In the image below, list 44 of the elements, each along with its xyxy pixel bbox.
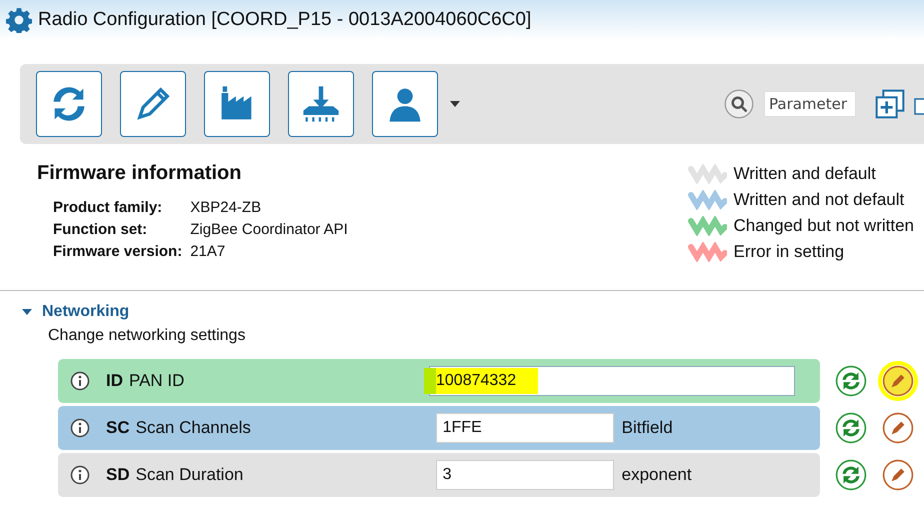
write-icon[interactable]: [882, 459, 914, 491]
legend-label: Error in setting: [733, 242, 844, 262]
info-icon[interactable]: [70, 371, 90, 391]
setting-name: PAN ID: [129, 371, 186, 391]
field-label: Firmware version:: [53, 243, 182, 260]
write-button[interactable]: [120, 71, 186, 137]
unit-label: Bitfield: [622, 418, 673, 438]
section-title: Firmware information: [37, 162, 242, 185]
default-button[interactable]: [204, 71, 270, 137]
legend-label: Changed but not written: [733, 216, 914, 236]
value-field[interactable]: 1FFE: [436, 413, 614, 443]
legend-label: Written and default: [733, 164, 876, 184]
section-description: Change networking settings: [48, 327, 246, 345]
unit-label: exponent: [622, 465, 692, 485]
expand-all-icon[interactable]: [874, 88, 906, 120]
value-field[interactable]: 100874332: [429, 366, 795, 396]
window-title: Radio Configuration [COORD_P15 - 0013A2004060C6C0]: [38, 9, 532, 31]
read-button[interactable]: [36, 71, 102, 137]
search-icon: [724, 89, 754, 119]
info-icon[interactable]: [70, 465, 90, 485]
expand-arrow-icon[interactable]: [22, 307, 32, 317]
refresh-icon[interactable]: [835, 365, 867, 397]
caret-icon[interactable]: [450, 101, 460, 107]
refresh-icon[interactable]: [835, 412, 867, 444]
field-label: Function set:: [53, 221, 148, 238]
setting-code: ID: [106, 371, 123, 391]
profile-button[interactable]: [372, 71, 438, 137]
field-value: ZigBee Coordinator API: [190, 221, 348, 238]
setting-name: Scan Channels: [136, 418, 252, 438]
refresh-icon[interactable]: [835, 459, 867, 491]
gear-icon: [6, 7, 32, 33]
legend-label: Written and not default: [733, 190, 904, 210]
field-value: XBP24-ZB: [190, 199, 262, 216]
setting-code: SC: [106, 418, 130, 438]
write-icon[interactable]: [882, 412, 914, 444]
section-title[interactable]: Networking: [42, 303, 130, 321]
field-value: 21A7: [190, 243, 226, 260]
info-icon[interactable]: [70, 418, 90, 438]
update-button[interactable]: [288, 71, 354, 137]
field-label: Product family:: [53, 199, 164, 216]
setting-name: Scan Duration: [136, 465, 244, 485]
search-field[interactable]: Parameter: [764, 91, 856, 117]
setting-code: SD: [106, 465, 130, 485]
value-field[interactable]: 3: [436, 460, 614, 490]
